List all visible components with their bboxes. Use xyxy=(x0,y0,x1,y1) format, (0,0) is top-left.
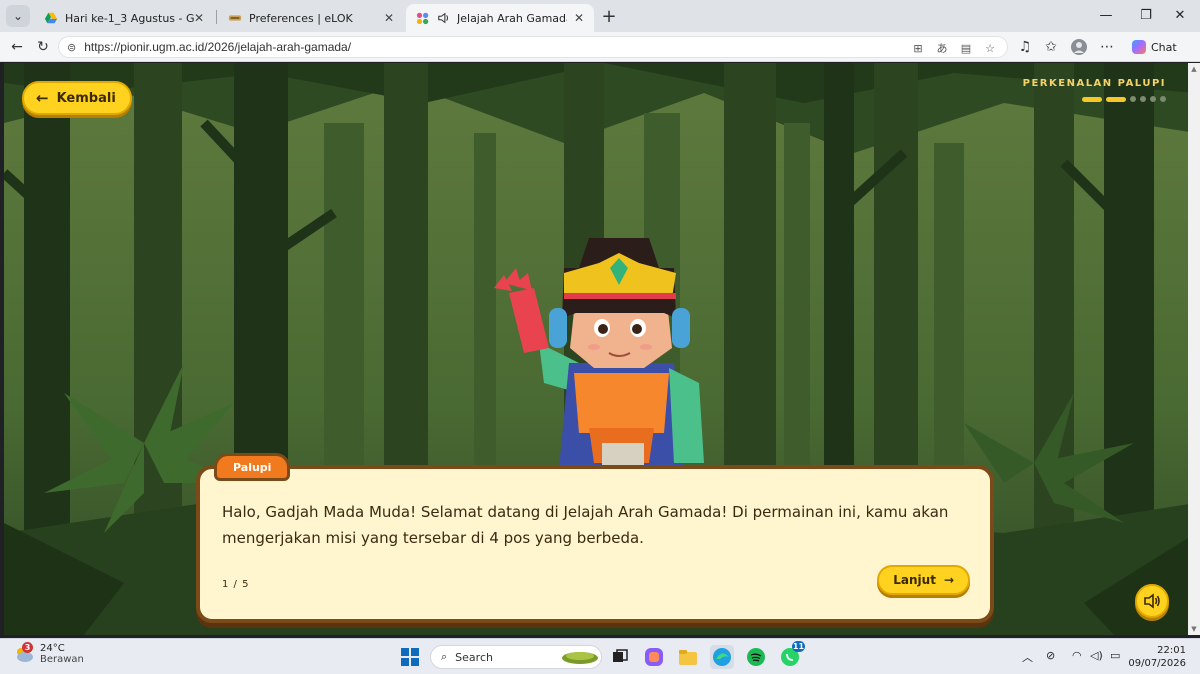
scroll-up-icon[interactable]: ▲ xyxy=(1190,65,1198,73)
whatsapp-badge: 11 xyxy=(792,641,805,652)
next-button-label: Lanjut xyxy=(893,573,936,587)
chat-label: Chat xyxy=(1151,40,1177,54)
favorite-star-icon[interactable]: ☆ xyxy=(981,39,999,57)
battery-icon[interactable]: ▭ xyxy=(1110,649,1120,662)
tab-google-drive[interactable]: Hari ke-1_3 Agustus - Google Drive ✕ xyxy=(34,4,214,32)
tab-title: Preferences | eLOK xyxy=(249,11,353,25)
close-tab-icon[interactable]: ✕ xyxy=(384,11,394,25)
search-icon: ⌕ xyxy=(441,650,448,663)
page-scrollbar[interactable]: ▲ ▼ xyxy=(1188,63,1200,635)
file-explorer-icon[interactable] xyxy=(676,645,700,669)
site-info-icon[interactable]: ⊜ xyxy=(67,41,76,54)
clock-date: 09/07/2026 xyxy=(1128,658,1186,669)
tab-title: Hari ke-1_3 Agustus - Google Drive xyxy=(65,11,194,25)
new-tab-plus-icon[interactable]: + xyxy=(598,5,620,27)
whatsapp-icon[interactable]: 11 xyxy=(778,641,805,669)
progress-step-pending xyxy=(1160,96,1166,102)
profile-avatar-icon[interactable] xyxy=(1068,36,1090,58)
section-title: PERKENALAN PALUPI xyxy=(1022,78,1166,89)
weather-condition: Berawan xyxy=(40,654,84,665)
edge-browser-icon[interactable] xyxy=(710,645,734,669)
show-hidden-icons-chevron-icon[interactable]: ︿ xyxy=(1022,649,1033,665)
progress-step-pending xyxy=(1140,96,1146,102)
reload-icon[interactable]: ↻ xyxy=(32,36,54,58)
tab-title: Jelajah Arah Gamada xyxy=(457,11,567,25)
game-canvas: ← Kembali PERKENALAN PALUPI Halo, Gadjah… xyxy=(4,63,1196,635)
browser-toolbar: ← ↻ ⊜ https://pionir.ugm.ac.id/2026/jela… xyxy=(0,32,1200,62)
weather-badge: 3 xyxy=(22,642,33,653)
close-tab-icon[interactable]: ✕ xyxy=(574,11,584,25)
elok-logo-icon xyxy=(228,15,242,21)
microphone-off-icon[interactable]: ⊘ xyxy=(1046,649,1055,662)
translate-icon[interactable]: あ xyxy=(933,39,951,57)
progress-step-complete xyxy=(1106,96,1126,102)
cloudy-weather-icon: 3 xyxy=(14,642,34,663)
dialog-page-count: 1 / 5 xyxy=(222,579,250,590)
more-options-icon[interactable]: ⋯ xyxy=(1096,36,1118,58)
windows-start-icon[interactable] xyxy=(398,645,422,669)
address-bar[interactable]: ⊜ https://pionir.ugm.ac.id/2026/jelajah-… xyxy=(58,36,1008,58)
app-available-icon[interactable]: ⊞ xyxy=(909,39,927,57)
speaker-playing-icon[interactable] xyxy=(437,11,451,25)
reading-view-icon[interactable]: ▤ xyxy=(957,39,975,57)
copilot-app-icon[interactable] xyxy=(642,645,666,669)
tab-separator xyxy=(216,10,217,24)
clock-time: 22:01 xyxy=(1157,645,1186,656)
tab-actions-menu-icon[interactable]: ⌄ xyxy=(6,5,30,27)
windows-taskbar: 3 24°C Berawan ⌕ Search 11 ︿ ⊘ ◠ ◁) ▭ 22… xyxy=(0,638,1200,674)
system-clock[interactable]: 22:01 09/07/2026 xyxy=(1128,644,1186,670)
browser-tab-bar: ⌄ Hari ke-1_3 Agustus - Google Drive ✕ P… xyxy=(0,0,1200,32)
task-view-icon[interactable] xyxy=(608,645,632,669)
back-button[interactable]: ← Kembali xyxy=(22,81,132,115)
back-arrow-icon[interactable]: ← xyxy=(6,36,28,58)
dialog-text: Halo, Gadjah Mada Muda! Selamat datang d… xyxy=(222,503,949,547)
sound-toggle-button[interactable] xyxy=(1135,584,1169,618)
dialog-box: Halo, Gadjah Mada Muda! Selamat datang d… xyxy=(196,465,994,623)
progress-step-pending xyxy=(1150,96,1156,102)
copilot-icon xyxy=(1132,40,1146,54)
tab-jelajah-arah-gamada[interactable]: Jelajah Arah Gamada ✕ xyxy=(406,4,594,32)
weather-widget[interactable]: 3 24°C Berawan xyxy=(14,642,84,665)
tab-preferences-elok[interactable]: Preferences | eLOK ✕ xyxy=(218,4,404,32)
wifi-icon[interactable]: ◠ xyxy=(1072,649,1082,662)
site-favicon-icon xyxy=(416,12,429,25)
next-button[interactable]: Lanjut → xyxy=(877,565,970,595)
media-control-icon[interactable]: ♫ xyxy=(1014,36,1036,58)
spotify-icon[interactable] xyxy=(744,645,768,669)
scroll-down-icon[interactable]: ▼ xyxy=(1190,625,1198,633)
search-placeholder: Search xyxy=(455,650,493,664)
close-tab-icon[interactable]: ✕ xyxy=(194,11,204,25)
progress-indicator xyxy=(1082,96,1166,102)
minimize-window-icon[interactable]: — xyxy=(1086,4,1126,26)
temperature: 24°C xyxy=(40,643,65,654)
speaker-name-tag: Palupi xyxy=(214,453,291,481)
speaker-volume-icon xyxy=(1144,593,1160,609)
progress-step-pending xyxy=(1130,96,1136,102)
copilot-chat-button[interactable]: Chat xyxy=(1124,36,1185,58)
back-button-label: Kembali xyxy=(56,90,116,106)
progress-step-complete xyxy=(1082,96,1102,102)
arrow-right-icon: → xyxy=(943,573,954,587)
search-highlight-leaf-icon[interactable] xyxy=(560,645,600,669)
google-drive-icon xyxy=(44,12,58,24)
favorites-icon[interactable]: ✩ xyxy=(1040,36,1062,58)
address-url[interactable]: https://pionir.ugm.ac.id/2026/jelajah-ar… xyxy=(84,40,351,54)
volume-icon[interactable]: ◁) xyxy=(1090,649,1103,662)
arrow-left-icon: ← xyxy=(36,89,49,107)
close-window-icon[interactable]: ✕ xyxy=(1160,4,1200,26)
